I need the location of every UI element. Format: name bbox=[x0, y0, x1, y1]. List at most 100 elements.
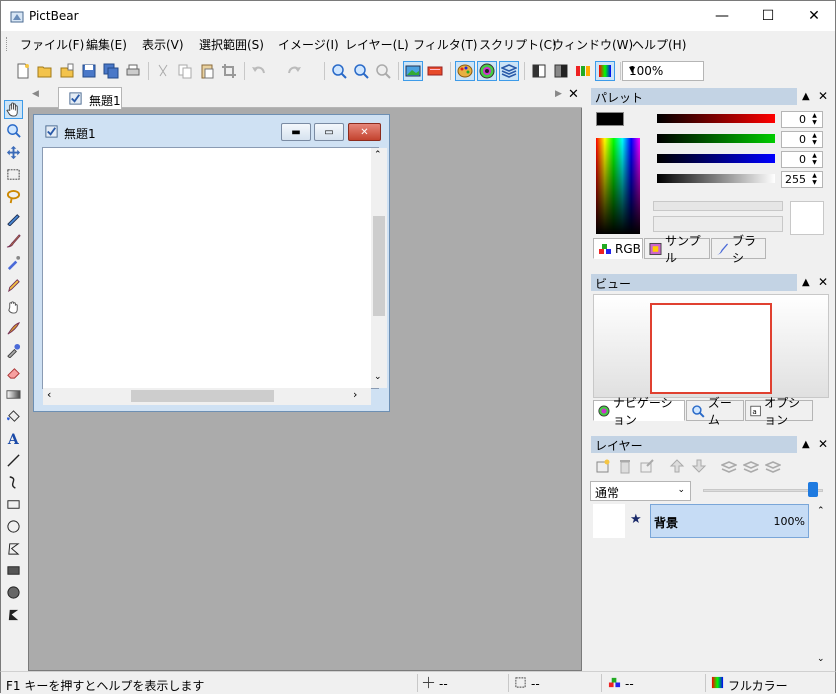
layer-row-selected[interactable]: 背景 100% bbox=[650, 504, 809, 538]
menu-selection[interactable]: 選択範囲(S) bbox=[199, 36, 264, 53]
scroll-up-icon[interactable]: ⌃ bbox=[817, 506, 825, 516]
hand-tool-icon[interactable] bbox=[4, 100, 23, 119]
zoom-in-icon[interactable] bbox=[329, 61, 349, 81]
menu-help[interactable]: ヘルプ(H) bbox=[632, 36, 686, 53]
rectangle-tool-icon[interactable] bbox=[4, 495, 23, 514]
menu-script[interactable]: スクリプト(C) bbox=[479, 36, 557, 53]
filled-polygon-icon[interactable] bbox=[4, 605, 23, 624]
alpha-slider[interactable] bbox=[657, 174, 775, 183]
green-value[interactable]: 0 ▲ ▼ bbox=[781, 131, 823, 148]
open-clipboard-icon[interactable] bbox=[57, 61, 77, 81]
image-close-button[interactable]: ✕ bbox=[348, 123, 381, 141]
mono-icon[interactable] bbox=[551, 61, 571, 81]
opacity-slider[interactable] bbox=[703, 489, 823, 492]
tab-scroll-right-icon[interactable]: ▶ bbox=[555, 89, 562, 99]
view-close-icon[interactable]: ✕ bbox=[818, 275, 828, 289]
gradient-icon[interactable] bbox=[4, 385, 23, 404]
filled-ellipse-icon[interactable] bbox=[4, 583, 23, 602]
layers-icon[interactable] bbox=[499, 61, 519, 81]
eyedropper-icon[interactable] bbox=[4, 341, 23, 360]
paste-icon[interactable] bbox=[197, 61, 217, 81]
menu-layer[interactable]: レイヤー(L) bbox=[345, 36, 409, 53]
palette-view-icon[interactable] bbox=[425, 61, 445, 81]
scroll-left-icon[interactable]: ‹ bbox=[47, 388, 51, 401]
palette-close-icon[interactable]: ✕ bbox=[818, 89, 828, 103]
zoom-out-icon[interactable] bbox=[351, 61, 371, 81]
alpha-value[interactable]: 255 ▲ ▼ bbox=[781, 171, 823, 188]
tab-navigation[interactable]: ナビゲーション bbox=[593, 396, 685, 427]
eraser-icon[interactable] bbox=[4, 363, 23, 382]
image-window[interactable]: 無題1 ▬ ▭ ✕ ⌃ ⌄ ‹ › bbox=[33, 114, 390, 412]
tab-zoom[interactable]: ズーム bbox=[686, 396, 744, 427]
text-tool-icon[interactable]: A bbox=[4, 429, 23, 448]
palette-collapse-icon[interactable]: ▲ bbox=[802, 91, 810, 102]
new-file-icon[interactable] bbox=[13, 61, 33, 81]
stamp-icon[interactable] bbox=[4, 319, 23, 338]
view-collapse-icon[interactable]: ▲ bbox=[802, 277, 810, 288]
horizontal-scrollbar[interactable]: ‹ › bbox=[43, 388, 371, 405]
cut-icon[interactable] bbox=[153, 61, 173, 81]
move-tool-icon[interactable] bbox=[4, 143, 23, 162]
close-button[interactable]: ✕ bbox=[791, 1, 836, 32]
menu-filter[interactable]: フィルタ(T) bbox=[413, 36, 477, 53]
vertical-scroll-thumb[interactable] bbox=[373, 216, 385, 316]
menu-edit[interactable]: 編集(E) bbox=[86, 36, 127, 53]
new-layer-icon[interactable] bbox=[595, 458, 611, 477]
layer-properties-icon[interactable] bbox=[639, 458, 655, 477]
layers-collapse-icon[interactable]: ▲ bbox=[802, 439, 810, 450]
channels-icon[interactable] bbox=[573, 61, 593, 81]
move-layer-down-icon[interactable] bbox=[691, 458, 707, 477]
full-color-icon[interactable] bbox=[595, 61, 615, 81]
rect-select-icon[interactable] bbox=[4, 165, 23, 184]
zoom-actual-icon[interactable] bbox=[373, 61, 393, 81]
image-canvas[interactable]: ⌃ ⌄ ‹ › bbox=[42, 147, 387, 405]
opacity-slider-thumb[interactable] bbox=[808, 482, 818, 497]
tab-rgb[interactable]: RGB bbox=[593, 238, 643, 259]
navigator-preview[interactable] bbox=[593, 294, 829, 398]
color-palette-icon[interactable] bbox=[455, 61, 475, 81]
navigator-view-rect[interactable] bbox=[650, 303, 772, 394]
blend-mode-select[interactable]: 通常 ⌄ bbox=[590, 481, 691, 501]
merge-down-icon[interactable] bbox=[720, 458, 738, 477]
undo-icon[interactable] bbox=[249, 61, 269, 81]
blue-slider[interactable] bbox=[657, 154, 775, 163]
pen-icon[interactable] bbox=[4, 209, 23, 228]
polygon-tool-icon[interactable] bbox=[4, 539, 23, 558]
move-layer-up-icon[interactable] bbox=[669, 458, 685, 477]
zoom-select[interactable]: 100% ▼ bbox=[622, 61, 704, 81]
layers-scrollbar[interactable]: ⌃ ⌄ bbox=[814, 504, 829, 670]
pencil-icon[interactable] bbox=[4, 275, 23, 294]
lasso-icon[interactable] bbox=[4, 187, 23, 206]
curve-tool-icon[interactable] bbox=[4, 473, 23, 492]
horizontal-scroll-thumb[interactable] bbox=[131, 390, 274, 402]
zoom-tool-icon[interactable] bbox=[4, 121, 23, 140]
minimize-button[interactable]: — bbox=[699, 1, 745, 32]
green-slider[interactable] bbox=[657, 134, 775, 143]
color-history-bar[interactable] bbox=[653, 201, 783, 211]
menu-image[interactable]: イメージ(I) bbox=[278, 36, 339, 53]
tab-brush[interactable]: ブラシ bbox=[711, 234, 766, 265]
menu-grip[interactable] bbox=[6, 37, 9, 51]
tab-scroll-left-icon[interactable]: ◀ bbox=[32, 89, 39, 99]
color-hex-field[interactable] bbox=[653, 216, 783, 232]
menu-file[interactable]: ファイル(F) bbox=[20, 36, 84, 53]
red-value[interactable]: 0 ▲ ▼ bbox=[781, 111, 823, 128]
scroll-down-icon[interactable]: ⌄ bbox=[374, 372, 382, 382]
copy-icon[interactable] bbox=[175, 61, 195, 81]
layers-close-icon[interactable]: ✕ bbox=[818, 437, 828, 451]
vertical-scrollbar[interactable]: ⌃ ⌄ bbox=[371, 148, 387, 388]
fill-bucket-icon[interactable] bbox=[4, 407, 23, 426]
navigator-icon[interactable] bbox=[477, 61, 497, 81]
scroll-up-icon[interactable]: ⌃ bbox=[374, 150, 382, 160]
tab-option[interactable]: a オプション bbox=[745, 396, 813, 427]
image-minimize-button[interactable]: ▬ bbox=[281, 123, 311, 141]
line-tool-icon[interactable] bbox=[4, 451, 23, 470]
layer-visible-star-icon[interactable]: ★ bbox=[630, 512, 642, 527]
tab-document[interactable]: 無題1 bbox=[58, 87, 122, 109]
tab-close-icon[interactable]: ✕ bbox=[568, 87, 579, 102]
grayscale-icon[interactable] bbox=[529, 61, 549, 81]
menu-window[interactable]: ウィンドウ(W) bbox=[552, 36, 633, 53]
print-icon[interactable] bbox=[123, 61, 143, 81]
crop-icon[interactable] bbox=[219, 61, 239, 81]
tab-sample[interactable]: サンプル bbox=[644, 234, 710, 265]
